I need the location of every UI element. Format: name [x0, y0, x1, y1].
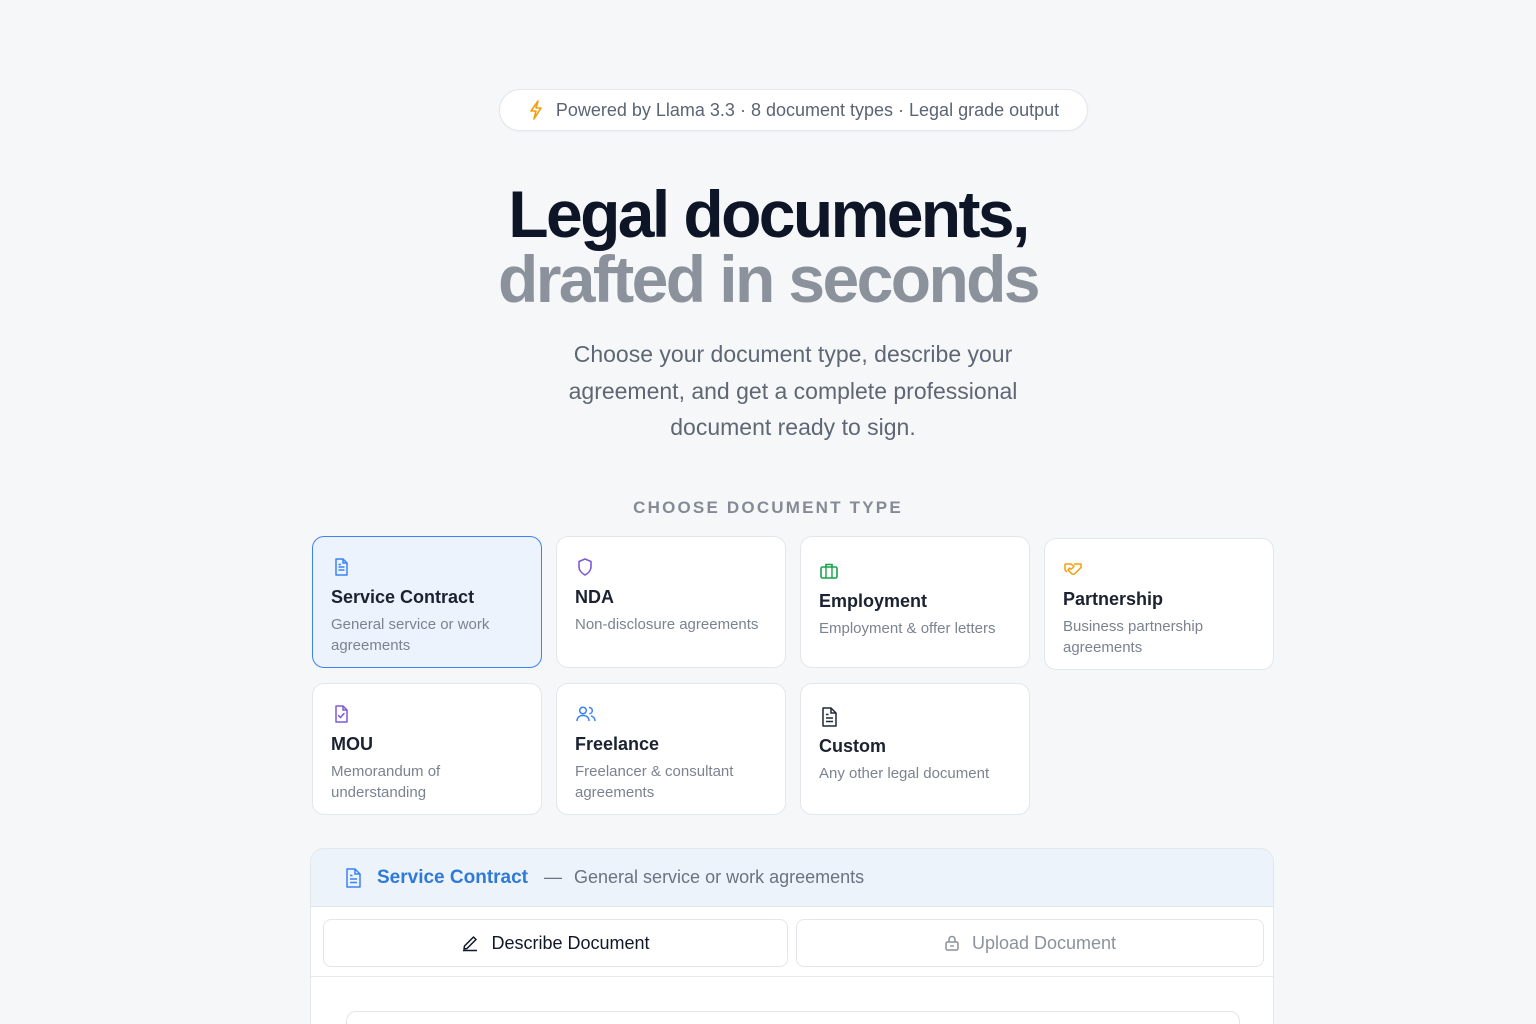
panel-separator: — — [544, 867, 563, 887]
card-title: MOU — [331, 734, 373, 754]
card-desc: Employment & offer letters — [819, 620, 996, 637]
card-title: Freelance — [575, 734, 660, 754]
document-icon — [331, 557, 351, 577]
card-desc: Any other legal document — [819, 765, 990, 782]
card-title: Service Contract — [331, 587, 475, 607]
card-desc: Business partnership agreements — [1063, 618, 1204, 656]
tab-describe-document[interactable]: Describe Document — [323, 919, 788, 967]
hero-subtitle: Choose your document type, describe your… — [568, 341, 1018, 440]
pencil-icon — [461, 934, 479, 952]
doc-type-custom[interactable]: Custom Any other legal document — [800, 683, 1030, 815]
panel-title: Service Contract — [377, 866, 529, 888]
doc-type-service-contract[interactable]: Service Contract General service or work… — [312, 536, 542, 668]
card-desc: Memorandum of understanding — [331, 763, 441, 801]
description-input[interactable] — [346, 1011, 1240, 1024]
tab-label: Upload Document — [971, 932, 1117, 953]
users-icon — [575, 704, 596, 724]
hero-title-line2: drafted in seconds — [498, 242, 1041, 316]
mode-tabs: Describe Document Upload Document — [311, 907, 1273, 977]
card-title: Employment — [819, 591, 928, 611]
card-title: NDA — [575, 587, 614, 607]
card-title: Custom — [819, 736, 886, 756]
panel-header: Service Contract — General service or wo… — [311, 849, 1273, 907]
document-panel: Service Contract — General service or wo… — [310, 848, 1274, 1024]
doc-type-mou[interactable]: MOU Memorandum of understanding — [312, 683, 542, 815]
document-icon — [819, 706, 839, 727]
handshake-icon — [1063, 559, 1083, 579]
card-desc: Non-disclosure agreements — [575, 616, 759, 633]
page: Powered by Llama 3.3 · 8 document types … — [0, 0, 1536, 1024]
badge-text: Powered by Llama 3.3 · 8 document types … — [555, 99, 1060, 120]
lock-icon — [944, 934, 960, 952]
doc-type-partnership[interactable]: Partnership Business partnership agreeme… — [1044, 538, 1274, 670]
section-label: CHOOSE DOCUMENT TYPE — [633, 498, 903, 517]
bolt-icon — [528, 100, 544, 120]
briefcase-icon — [819, 561, 839, 581]
card-desc: General service or work agreements — [331, 616, 490, 654]
shield-icon — [575, 557, 595, 577]
document-icon — [343, 867, 363, 889]
card-title: Partnership — [1063, 589, 1164, 609]
doc-type-employment[interactable]: Employment Employment & offer letters — [800, 536, 1030, 668]
panel-desc: General service or work agreements — [574, 867, 865, 887]
tab-upload-document[interactable]: Upload Document — [796, 919, 1264, 967]
tab-label: Describe Document — [491, 932, 650, 953]
doc-type-nda[interactable]: NDA Non-disclosure agreements — [556, 536, 786, 668]
hero-title-line1: Legal documents, — [508, 177, 1030, 251]
document-check-icon — [331, 704, 351, 724]
powered-by-badge: Powered by Llama 3.3 · 8 document types … — [499, 89, 1088, 131]
card-desc: Freelancer & consultant agreements — [575, 763, 734, 801]
doc-type-freelance[interactable]: Freelance Freelancer & consultant agreem… — [556, 683, 786, 815]
